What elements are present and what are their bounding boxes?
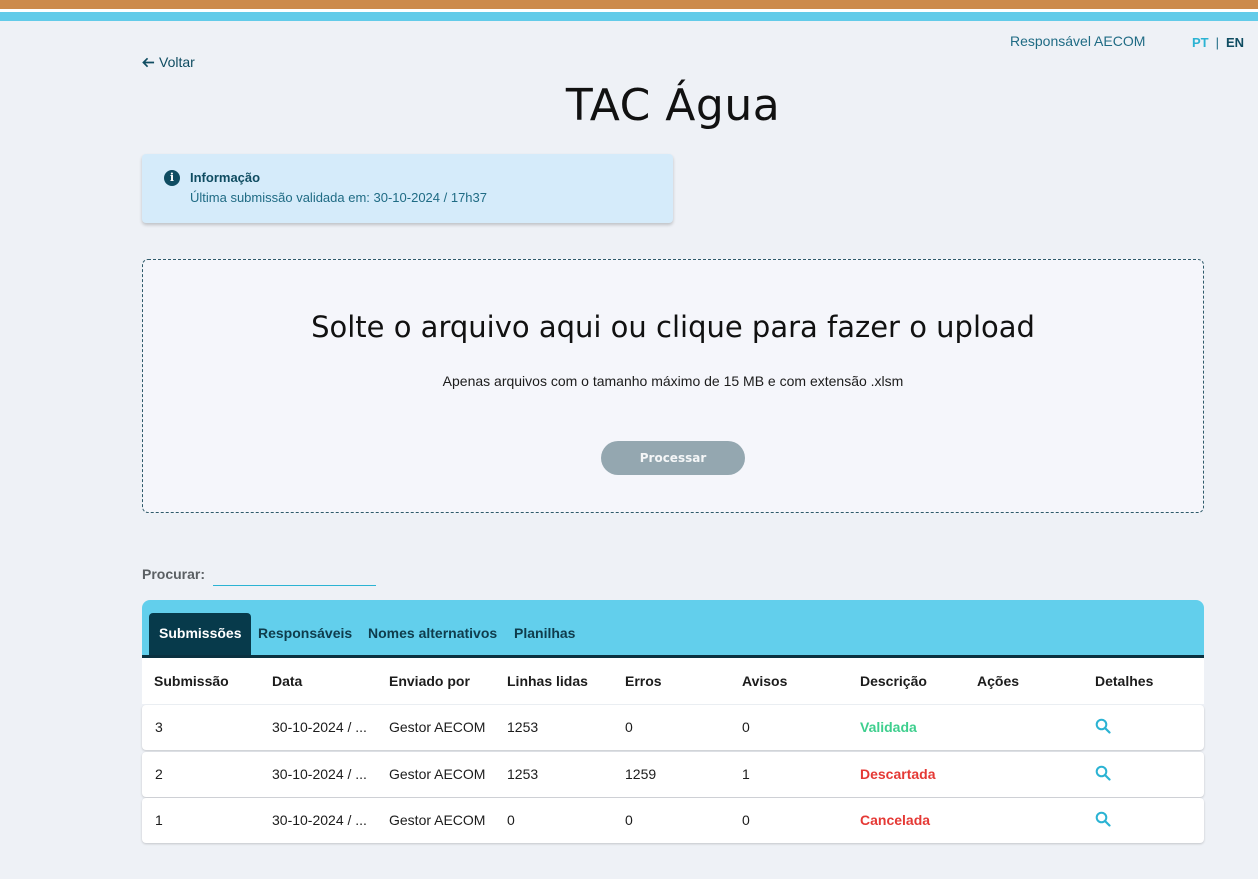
tab-submissions[interactable]: Submissões	[149, 613, 252, 655]
tab-alternative-names[interactable]: Nomes alternativos	[358, 613, 507, 655]
search-label: Procurar:	[142, 566, 206, 582]
lang-en-link[interactable]: EN	[1226, 35, 1244, 50]
cell-submission: 1	[155, 812, 163, 828]
top-stripe-cyan	[0, 12, 1258, 21]
upload-dropzone[interactable]: Solte o arquivo aqui ou clique para faze…	[142, 259, 1204, 513]
column-header-sent-by[interactable]: Enviado por	[389, 673, 470, 689]
info-banner: i Informação Última submissão validada e…	[142, 154, 673, 223]
table-row: 3 30-10-2024 / ... Gestor AECOM 1253 0 0…	[142, 705, 1204, 750]
cell-warnings: 0	[742, 719, 750, 735]
cell-errors: 0	[625, 719, 633, 735]
language-switcher: PT | EN	[1192, 35, 1244, 50]
cell-submission: 3	[155, 719, 163, 735]
upload-title: Solte o arquivo aqui ou clique para faze…	[311, 310, 1035, 344]
status-badge: Validada	[860, 719, 917, 735]
tab-responsibles[interactable]: Responsáveis	[248, 613, 362, 655]
column-header-errors[interactable]: Erros	[625, 673, 662, 689]
info-title: Informação	[190, 170, 261, 185]
cell-errors: 1259	[625, 766, 657, 782]
cell-warnings: 0	[742, 812, 750, 828]
status-badge: Cancelada	[860, 812, 931, 828]
cell-date: 30-10-2024 / ...	[272, 812, 367, 828]
top-stripe-orange	[0, 0, 1258, 9]
cell-sent-by: Gestor AECOM	[389, 766, 486, 782]
table-row: 1 30-10-2024 / ... Gestor AECOM 0 0 0 Ca…	[142, 798, 1204, 843]
search-input[interactable]	[213, 563, 376, 586]
cell-sent-by: Gestor AECOM	[389, 812, 486, 828]
column-header-date[interactable]: Data	[272, 673, 302, 689]
arrow-left-icon	[142, 57, 155, 67]
cell-date: 30-10-2024 / ...	[272, 766, 367, 782]
cell-warnings: 1	[742, 766, 750, 782]
status-badge: Descartada	[860, 766, 936, 782]
cell-lines: 0	[507, 812, 515, 828]
column-header-description[interactable]: Descrição	[860, 673, 927, 689]
tab-spreadsheets[interactable]: Planilhas	[504, 613, 585, 655]
lang-pt-link[interactable]: PT	[1192, 35, 1209, 50]
cell-lines: 1253	[507, 719, 539, 735]
process-button[interactable]: Processar	[601, 441, 745, 475]
search-icon[interactable]	[1095, 765, 1111, 781]
search-icon[interactable]	[1095, 811, 1111, 827]
table-row: 2 30-10-2024 / ... Gestor AECOM 1253 125…	[142, 752, 1204, 797]
cell-sent-by: Gestor AECOM	[389, 719, 486, 735]
column-header-submission[interactable]: Submissão	[154, 673, 229, 689]
back-label: Voltar	[159, 54, 195, 70]
cell-lines: 1253	[507, 766, 539, 782]
search-icon[interactable]	[1095, 718, 1111, 734]
column-header-actions: Ações	[977, 673, 1020, 689]
column-header-warnings[interactable]: Avisos	[742, 673, 787, 689]
cell-submission: 2	[155, 766, 163, 782]
info-text: Última submissão validada em: 30-10-2024…	[190, 190, 488, 205]
column-header-lines[interactable]: Linhas lidas	[507, 673, 588, 689]
page-title: TAC Água	[565, 80, 781, 131]
cell-date: 30-10-2024 / ...	[272, 719, 367, 735]
info-icon: i	[164, 170, 180, 186]
table-header: Submissão Data Enviado por Linhas lidas …	[142, 658, 1204, 704]
upload-subtitle: Apenas arquivos com o tamanho máximo de …	[442, 373, 904, 389]
cell-errors: 0	[625, 812, 633, 828]
column-header-details: Detalhes	[1095, 673, 1154, 689]
tab-bar: Submissões Responsáveis Nomes alternativ…	[142, 600, 1204, 658]
lang-separator: |	[1215, 35, 1220, 50]
back-link[interactable]: Voltar	[142, 54, 195, 70]
responsible-link[interactable]: Responsável AECOM	[1010, 33, 1145, 49]
